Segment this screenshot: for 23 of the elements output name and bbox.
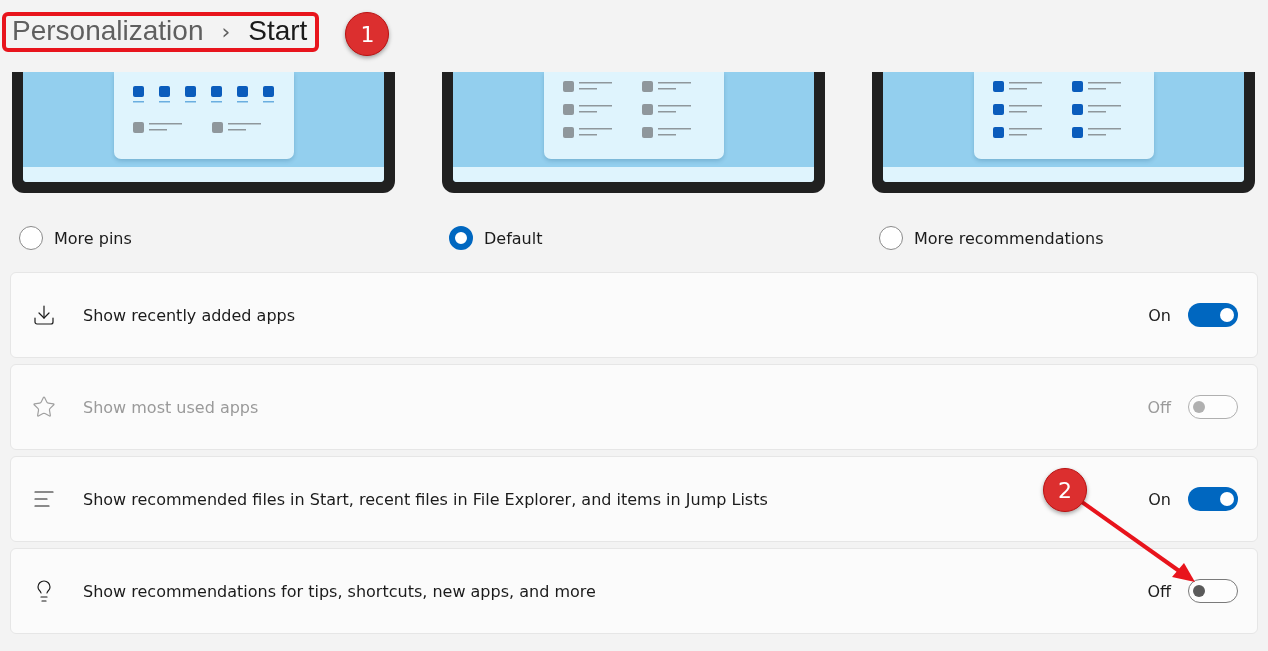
setting-label: Show recommendations for tips, shortcuts, new apps, and more xyxy=(83,581,596,601)
toggle-state-text: Off xyxy=(1147,581,1171,601)
radio-label: Default xyxy=(484,228,543,248)
radio-button[interactable] xyxy=(449,226,473,250)
radio-label: More recommendations xyxy=(914,228,1104,248)
toggle-state-text: On xyxy=(1148,305,1171,325)
toggle-switch[interactable] xyxy=(1188,303,1238,327)
download-icon xyxy=(32,303,56,327)
toggle-state-text: Off xyxy=(1147,397,1171,417)
setting-label: Show recently added apps xyxy=(83,305,296,325)
setting-label: Show recommended files in Start, recent files in File Explorer, and items in Jump Lists xyxy=(83,489,768,509)
star-icon xyxy=(32,395,56,419)
step-number-badge: 1 xyxy=(345,12,390,56)
radio-label: More pins xyxy=(54,228,132,248)
page-title: Start xyxy=(248,15,308,47)
radio-button[interactable] xyxy=(19,226,43,250)
breadcrumb-separator: › xyxy=(221,18,231,44)
toggle-switch[interactable] xyxy=(1188,579,1238,603)
radio-button[interactable] xyxy=(879,226,903,250)
breadcrumb-parent-link[interactable]: Personalization xyxy=(12,15,204,47)
setting-label: Show most used apps xyxy=(83,397,259,417)
toggle-state-text: On xyxy=(1148,489,1171,509)
toggle-switch[interactable] xyxy=(1188,487,1238,511)
